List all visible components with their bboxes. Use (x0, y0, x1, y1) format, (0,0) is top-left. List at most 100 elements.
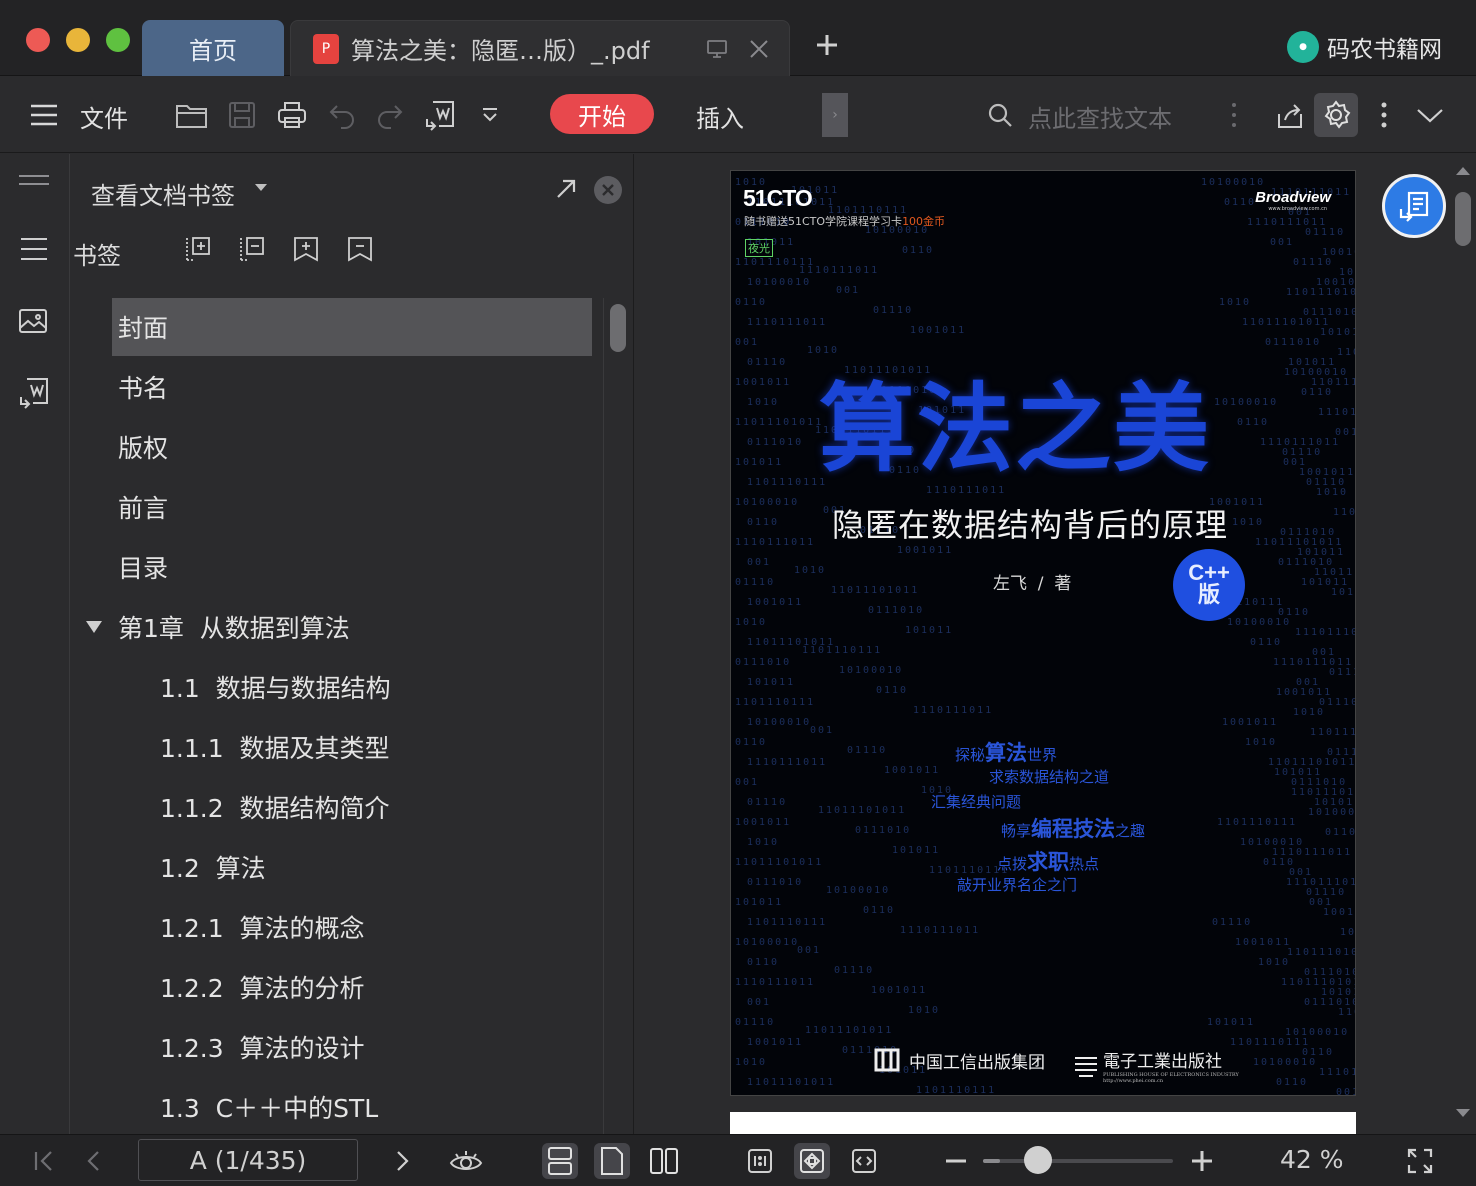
page-number-input[interactable]: A (1/435) (138, 1139, 358, 1181)
title-bar: 首页 P 算法之美：隐匿…版）_.pdf ● 码农书籍网 (0, 0, 1476, 76)
bookmark-item[interactable]: 书名 (112, 358, 592, 416)
bookmark-scrollbar-thumb[interactable] (610, 304, 626, 352)
first-page-icon[interactable] (26, 1143, 62, 1179)
previous-page-icon[interactable] (76, 1143, 112, 1179)
caret-down-icon[interactable] (255, 184, 267, 191)
eye-protection-icon[interactable] (448, 1143, 484, 1179)
scroll-down-icon[interactable] (1450, 1106, 1476, 1120)
cover-title: 算法之美 (819, 372, 1211, 485)
tab-home[interactable]: 首页 (142, 20, 284, 76)
document-scrollbar[interactable] (1450, 164, 1476, 1124)
open-folder-icon[interactable] (174, 97, 210, 133)
minimize-window-button[interactable] (66, 28, 90, 52)
binary-digits: 0110 (902, 245, 935, 256)
bookmark-item[interactable]: 第1章 从数据到算法 (112, 598, 592, 656)
bookmark-item[interactable]: 1.2.3 算法的设计 (112, 1018, 592, 1076)
panel-title[interactable]: 查看文档书签 (91, 176, 235, 211)
scroll-up-icon[interactable] (1450, 164, 1476, 178)
fullscreen-icon[interactable] (1402, 1143, 1438, 1179)
start-tab[interactable]: 开始 (550, 94, 654, 134)
more-icon[interactable] (1366, 97, 1402, 133)
pdf-file-icon: P (313, 33, 339, 64)
zoom-in-icon[interactable] (1184, 1143, 1220, 1179)
floating-action-button[interactable] (1382, 174, 1446, 238)
binary-digits: 10100010 (1201, 177, 1266, 188)
binary-digits: 01110 (747, 357, 788, 368)
bookmark-item[interactable]: 1.1 数据与数据结构 (112, 658, 592, 716)
binary-digits: 01110 (1329, 667, 1355, 678)
bookmark-scrollbar[interactable] (603, 298, 633, 1134)
cover-publisher-group: 中国工信出版集团 (873, 1047, 1045, 1073)
zoom-slider-knob[interactable] (1024, 1146, 1052, 1174)
expand-all-icon[interactable] (183, 234, 215, 266)
bookmark-item[interactable]: 1.2 算法 (112, 838, 592, 896)
next-page-icon[interactable] (384, 1143, 420, 1179)
collapse-all-icon[interactable] (237, 234, 269, 266)
annotation-icon[interactable] (17, 376, 51, 410)
bookmark-item[interactable]: 1.1.2 数据结构简介 (112, 778, 592, 836)
zoom-slider[interactable] (983, 1159, 1173, 1163)
close-panel-icon[interactable] (594, 176, 622, 204)
bookmark-item[interactable]: 版权 (112, 418, 592, 476)
new-tab-button[interactable] (812, 30, 842, 60)
two-page-view-icon[interactable] (646, 1143, 682, 1179)
binary-digits: 0110 (747, 957, 780, 968)
settings-button[interactable] (1314, 93, 1358, 137)
bookmark-item[interactable]: 前言 (112, 478, 592, 536)
binary-digits: 1101110111 (916, 1085, 997, 1096)
add-bookmark-icon[interactable] (291, 234, 323, 266)
document-scrollbar-thumb[interactable] (1455, 192, 1471, 246)
expand-triangle-icon[interactable] (85, 598, 103, 656)
binary-digits: 11011101011 (1242, 317, 1331, 328)
more-tabs-arrow-icon[interactable]: › (822, 93, 848, 137)
insert-tab[interactable]: 插入 (696, 99, 744, 134)
binary-digits: 1010 (735, 617, 768, 628)
zoom-out-icon[interactable] (938, 1143, 974, 1179)
fit-page-icon[interactable] (794, 1143, 830, 1179)
tab-document[interactable]: P 算法之美：隐匿…版）_.pdf (290, 20, 790, 76)
maximize-window-button[interactable] (106, 28, 130, 52)
search-icon[interactable] (982, 97, 1018, 133)
redo-icon[interactable] (372, 97, 408, 133)
bookmark-item[interactable]: 1.2.2 算法的分析 (112, 958, 592, 1016)
dropdown-icon[interactable] (472, 97, 508, 133)
binary-digits: 1010 (1245, 737, 1278, 748)
collapse-handle-icon[interactable] (17, 170, 51, 204)
undo-icon[interactable] (324, 97, 360, 133)
monitor-icon[interactable] (705, 37, 729, 61)
print-icon[interactable] (274, 97, 310, 133)
close-tab-icon[interactable] (747, 37, 771, 61)
chevron-down-icon[interactable] (1412, 97, 1448, 133)
binary-digits: 1110111011 (799, 265, 880, 276)
convert-icon[interactable] (422, 97, 458, 133)
save-icon[interactable] (224, 97, 260, 133)
bookmark-item[interactable]: 1.1.1 数据及其类型 (112, 718, 592, 776)
bookmark-item[interactable]: 目录 (112, 538, 592, 596)
binary-digits: 1101110111 (735, 697, 816, 708)
search-input[interactable]: 点此查找文本 (1028, 99, 1172, 134)
binary-digits: 1010 (735, 1057, 768, 1068)
continuous-page-view-icon[interactable] (542, 1143, 578, 1179)
phei-logo-icon (1075, 1056, 1097, 1077)
delete-bookmark-icon[interactable] (345, 234, 377, 266)
zoom-level[interactable]: 42 % (1280, 1145, 1344, 1174)
binary-digits: 1010 (1340, 927, 1356, 938)
menu-icon[interactable] (26, 97, 62, 133)
undock-arrow-icon[interactable] (553, 176, 579, 202)
tab-home-label: 首页 (189, 36, 237, 65)
thumbnail-icon[interactable] (17, 306, 51, 340)
single-page-view-icon[interactable] (594, 1143, 630, 1179)
bookmark-item[interactable]: 1.2.1 算法的概念 (112, 898, 592, 956)
share-icon[interactable] (1272, 97, 1308, 133)
close-window-button[interactable] (26, 28, 50, 52)
bookmark-item[interactable]: 封面 (112, 298, 592, 356)
binary-digits: 1001011 (897, 545, 954, 556)
binary-digits: 1110111011 (747, 757, 828, 768)
bookmark-list-icon[interactable] (17, 234, 51, 268)
bookmark-item[interactable]: 1.3 C＋＋中的STL (112, 1078, 592, 1134)
file-menu[interactable]: 文件 (80, 99, 128, 134)
cover-tagline: 畅享编程技法之趣 (1001, 813, 1145, 843)
cover-night-tag: 夜光 (745, 239, 773, 257)
fit-width-icon[interactable] (846, 1143, 882, 1179)
actual-size-icon[interactable] (742, 1143, 778, 1179)
